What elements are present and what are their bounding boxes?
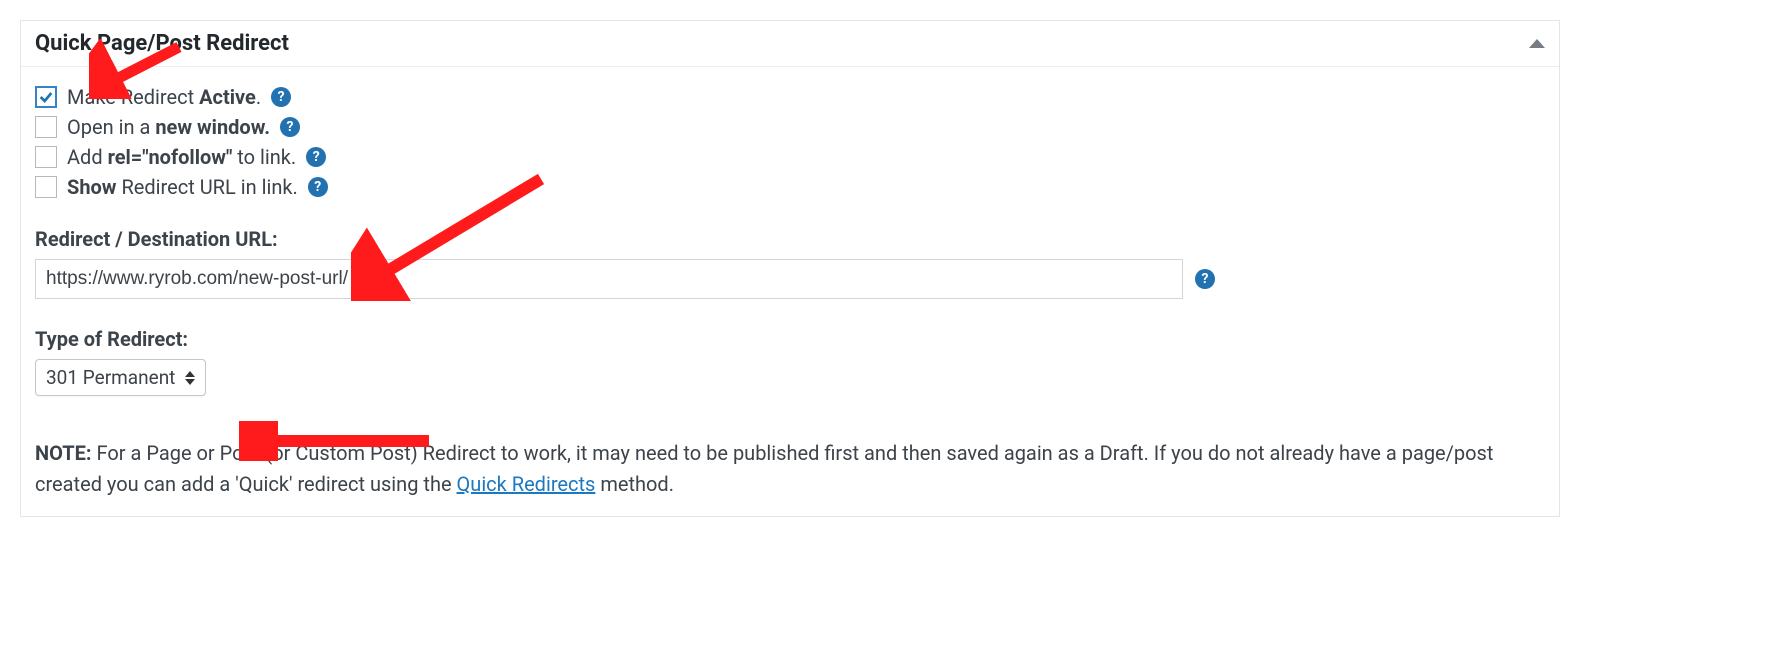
option-active-label: Make Redirect Active. [67,85,261,109]
help-icon[interactable]: ? [1195,269,1215,289]
panel-title: Quick Page/Post Redirect [35,31,289,56]
option-newwindow-row: Open in a new window. ? [35,115,1545,139]
destination-url-input[interactable] [35,259,1183,299]
showurl-checkbox[interactable] [35,176,57,198]
redirect-metabox: Quick Page/Post Redirect Make Redirect A… [20,20,1560,517]
option-showurl-label: Show Redirect URL in link. [67,175,298,199]
help-icon[interactable]: ? [280,117,300,137]
help-icon[interactable]: ? [271,87,291,107]
option-nofollow-row: Add rel="nofollow" to link. ? [35,145,1545,169]
check-icon [38,89,54,105]
newwindow-checkbox[interactable] [35,116,57,138]
collapse-toggle-icon[interactable] [1529,39,1545,48]
metabox-header: Quick Page/Post Redirect [21,21,1559,67]
option-nofollow-label: Add rel="nofollow" to link. [67,145,296,169]
destination-url-label: Redirect / Destination URL: [35,227,1545,251]
option-newwindow-label: Open in a new window. [67,115,270,139]
active-checkbox[interactable] [35,86,57,108]
metabox-body: Make Redirect Active. ? Open in a new wi… [21,67,1559,516]
note-text: NOTE: For a Page or Post (or Custom Post… [35,438,1515,500]
redirect-type-select[interactable]: 301 Permanent [35,359,206,396]
quick-redirects-link[interactable]: Quick Redirects [457,472,596,496]
nofollow-checkbox[interactable] [35,146,57,168]
help-icon[interactable]: ? [308,177,328,197]
help-icon[interactable]: ? [306,147,326,167]
redirect-type-label: Type of Redirect: [35,327,1545,351]
option-active-row: Make Redirect Active. ? [35,85,1545,109]
option-showurl-row: Show Redirect URL in link. ? [35,175,1545,199]
redirect-type-selected: 301 Permanent [46,366,175,389]
select-caret-icon [185,371,195,385]
destination-url-row: ? [35,259,1215,299]
